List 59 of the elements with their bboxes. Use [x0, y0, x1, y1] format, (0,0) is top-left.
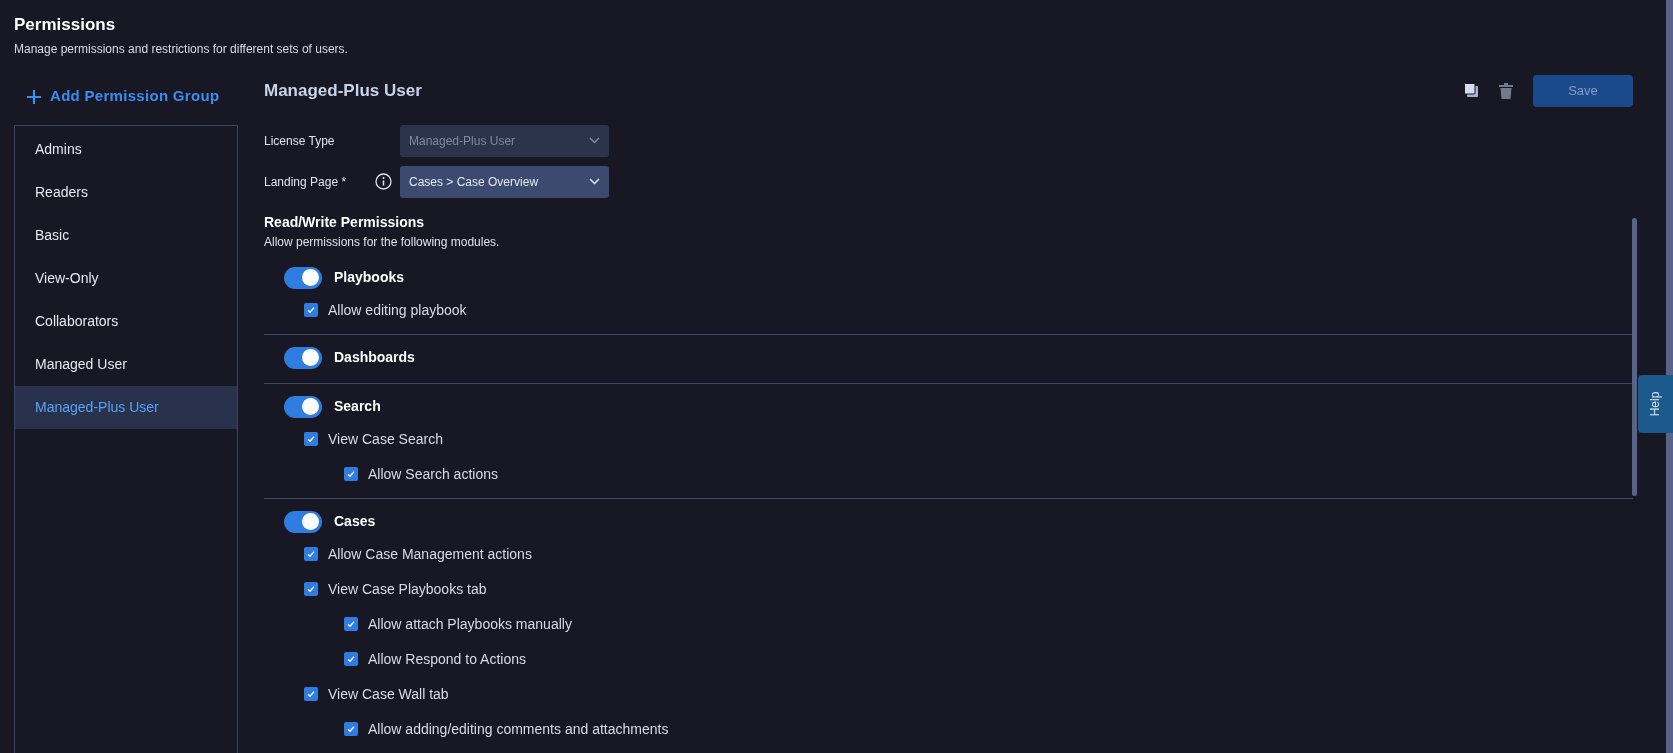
checkbox[interactable] — [344, 652, 358, 666]
module-label: Playbooks — [334, 268, 405, 287]
checkbox-label: View Case Search — [328, 429, 443, 449]
chevron-down-icon — [589, 137, 600, 144]
group-list-item[interactable]: Managed User — [15, 342, 237, 386]
toggle-switch[interactable] — [284, 395, 322, 418]
field-label: License Type — [264, 132, 336, 150]
duplicate-icon[interactable] — [1464, 83, 1479, 98]
group-list-item[interactable]: Collaborators — [15, 299, 237, 343]
checkbox[interactable] — [304, 303, 318, 317]
add-permission-group-button[interactable]: Add Permission Group — [14, 74, 238, 119]
checkbox-label: Allow Case Management actions — [328, 544, 532, 564]
checkbox[interactable] — [304, 547, 318, 561]
check-icon — [346, 619, 356, 629]
check-icon — [306, 305, 316, 315]
field-label: Landing Page * — [264, 173, 348, 191]
checkbox[interactable] — [344, 617, 358, 631]
section-title: Read/Write Permissions — [264, 212, 426, 232]
info-icon[interactable] — [375, 173, 392, 190]
toggle-switch[interactable] — [284, 346, 322, 369]
check-icon — [346, 654, 356, 664]
checkbox[interactable] — [304, 582, 318, 596]
checkbox[interactable] — [304, 432, 318, 446]
check-icon — [306, 689, 316, 699]
group-list-item[interactable]: Readers — [15, 170, 237, 214]
module-label: Dashboards — [334, 348, 415, 367]
group-list-item[interactable]: Basic — [15, 213, 237, 257]
checkbox-label: Allow Respond to Actions — [368, 649, 526, 669]
page-subtitle: Manage permissions and restrictions for different sets of users. — [14, 40, 349, 58]
scrollbar-thumb[interactable] — [1632, 218, 1637, 496]
group-list-item[interactable]: View-Only — [15, 256, 237, 300]
check-icon — [346, 724, 356, 734]
toggle-switch[interactable] — [284, 510, 322, 533]
module-label: Search — [334, 397, 381, 416]
checkbox-label: View Case Wall tab — [328, 684, 449, 704]
chevron-down-icon — [589, 178, 600, 185]
help-tab[interactable]: Help — [1638, 375, 1673, 433]
module-label: Cases — [334, 512, 376, 531]
check-icon — [306, 549, 316, 559]
checkbox[interactable] — [344, 722, 358, 736]
group-list-item[interactable]: Admins — [15, 127, 237, 171]
select-field[interactable]: Cases > Case Overview — [400, 165, 609, 198]
check-icon — [346, 469, 356, 479]
check-icon — [306, 584, 316, 594]
check-icon — [306, 434, 316, 444]
plus-icon — [26, 88, 42, 105]
group-title: Managed-Plus User — [264, 79, 422, 102]
checkbox-label: Allow Search actions — [368, 464, 498, 484]
group-list-item[interactable]: Managed-Plus User — [15, 385, 237, 429]
checkbox-label: View Case Playbooks tab — [328, 579, 487, 599]
toggle-switch[interactable] — [284, 266, 322, 289]
section-subtitle: Allow permissions for the following modules. — [264, 233, 501, 251]
trash-icon[interactable] — [1499, 82, 1513, 99]
checkbox[interactable] — [344, 467, 358, 481]
page-title: Permissions — [14, 14, 117, 36]
checkbox-label: Allow editing playbook — [328, 300, 467, 320]
checkbox[interactable] — [304, 687, 318, 701]
checkbox-label: Allow attach Playbooks manually — [368, 614, 572, 634]
checkbox-label: Allow adding/editing comments and attachments — [368, 719, 669, 739]
